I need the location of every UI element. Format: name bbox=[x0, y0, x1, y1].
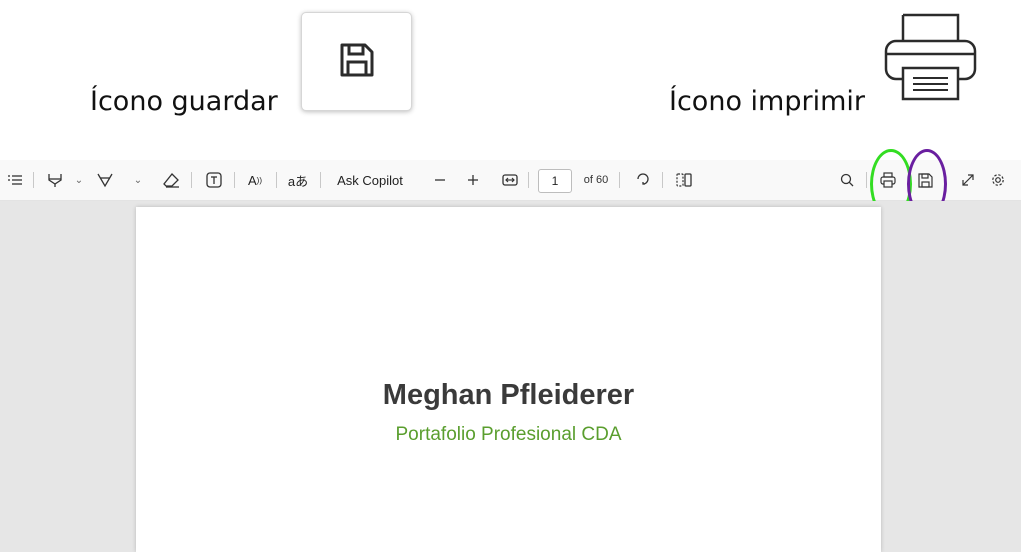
zoom-out-icon bbox=[435, 179, 445, 181]
zoom-in-icon bbox=[468, 175, 478, 185]
read-aloud-button[interactable]: A)) bbox=[244, 160, 266, 200]
draw-button[interactable] bbox=[95, 160, 115, 200]
toolbar-divider bbox=[276, 172, 277, 188]
ask-copilot-label: Ask Copilot bbox=[337, 172, 403, 188]
chevron-down-icon: ⌄ bbox=[133, 174, 143, 186]
eraser-button[interactable] bbox=[160, 160, 182, 200]
rotate-button[interactable] bbox=[632, 160, 654, 200]
highlight-options-chevron[interactable]: ⌄ bbox=[72, 160, 86, 200]
translate-button[interactable]: aあ bbox=[287, 160, 309, 200]
contents-icon bbox=[8, 175, 22, 185]
page-total-label: of 60 bbox=[583, 174, 609, 186]
fit-width-icon bbox=[502, 174, 518, 186]
draw-icon bbox=[97, 173, 113, 188]
toolbar-divider bbox=[528, 172, 529, 188]
translate-icon: aあ bbox=[287, 173, 309, 189]
rotate-icon bbox=[637, 173, 649, 185]
document-title: Meghan Pfleiderer bbox=[382, 379, 635, 411]
save-icon-caption: Ícono guardar bbox=[90, 86, 278, 117]
zoom-in-button[interactable] bbox=[464, 160, 482, 200]
toolbar-divider bbox=[33, 172, 34, 188]
toolbar-divider bbox=[320, 172, 321, 188]
page-view-button[interactable] bbox=[673, 160, 695, 200]
save-icon-example bbox=[301, 12, 412, 111]
ask-copilot-button[interactable]: Ask Copilot bbox=[332, 160, 408, 200]
document-viewer[interactable]: Meghan Pfleiderer Portafolio Profesional… bbox=[0, 201, 1021, 552]
fullscreen-icon bbox=[962, 174, 974, 186]
print-icon-caption: Ícono imprimir bbox=[669, 86, 865, 117]
toolbar-divider bbox=[866, 172, 867, 188]
pdf-page: Meghan Pfleiderer Portafolio Profesional… bbox=[136, 207, 881, 552]
text-box-button[interactable] bbox=[203, 160, 225, 200]
text-box-icon bbox=[206, 172, 222, 188]
save-icon bbox=[340, 43, 374, 77]
highlight-icon bbox=[48, 174, 62, 187]
printer-icon bbox=[884, 13, 977, 101]
fullscreen-button[interactable] bbox=[957, 160, 979, 200]
draw-options-chevron[interactable]: ⌄ bbox=[131, 160, 145, 200]
toolbar-divider bbox=[191, 172, 192, 188]
contents-button[interactable] bbox=[4, 160, 26, 200]
fit-width-button[interactable] bbox=[499, 160, 521, 200]
toolbar-divider bbox=[619, 172, 620, 188]
chevron-down-icon: ⌄ bbox=[74, 174, 84, 186]
toolbar-divider bbox=[662, 172, 663, 188]
read-aloud-icon: A bbox=[248, 172, 257, 188]
eraser-icon bbox=[162, 172, 179, 188]
pdf-toolbar: ⌄ ⌄ A)) aあ Ask Copilot 1 of 60 bbox=[0, 160, 1021, 201]
gear-icon bbox=[992, 174, 1004, 186]
toolbar-divider bbox=[234, 172, 235, 188]
page-number-input[interactable]: 1 bbox=[538, 169, 572, 193]
page-view-icon bbox=[676, 173, 692, 187]
zoom-out-button[interactable] bbox=[431, 160, 449, 200]
highlight-button[interactable] bbox=[45, 160, 65, 200]
search-button[interactable] bbox=[836, 160, 858, 200]
document-subtitle: Portafolio Profesional CDA bbox=[395, 424, 622, 445]
settings-button[interactable] bbox=[987, 160, 1009, 200]
sound-waves-icon: )) bbox=[256, 175, 262, 185]
search-icon bbox=[840, 173, 854, 187]
